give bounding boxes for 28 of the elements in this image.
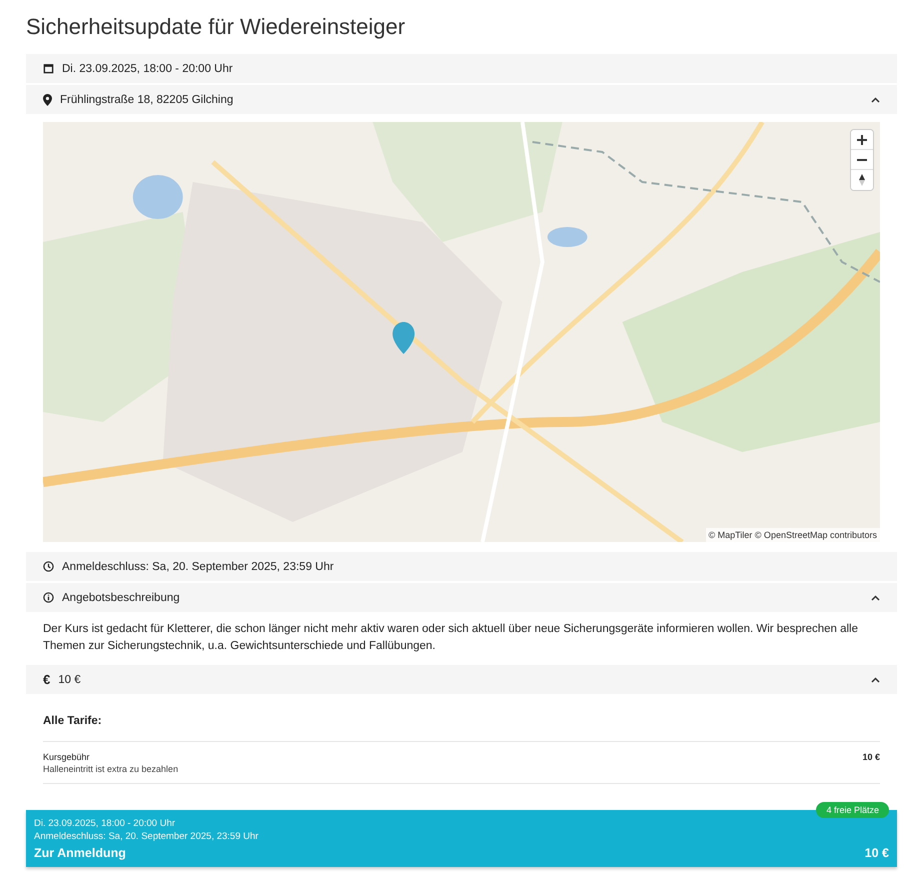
pin-icon [43, 94, 52, 106]
tariffs-heading: Alle Tarife: [43, 715, 102, 727]
calendar-icon [43, 63, 54, 74]
zoom-in-button[interactable] [851, 130, 873, 150]
compass-icon [859, 174, 865, 186]
info-icon [43, 592, 54, 603]
section-header[interactable]: Angebotsbeschreibung [26, 583, 897, 612]
free-spots-badge: 4 freie Plätze [816, 802, 889, 818]
description-text: Der Kurs ist gedacht für Kletterer, die schon länger nicht mehr aktiv waren oder sich aktuell über neue Sicherungsgeräte informieren wollen. Wir besprechen alle Themen zur Sicherungstechnik, u.a. Gewichtsunterschiede und Fallübungen. [43, 622, 860, 654]
section-header[interactable]: € 10 € [26, 665, 897, 694]
section-label: 10 € [58, 674, 81, 686]
clock-icon [43, 561, 54, 572]
section-label: Frühlingstraße 18, 82205 Gilching [60, 94, 234, 106]
euro-icon: € [43, 672, 50, 687]
section-label: Di. 23.09.2025, 18:00 - 20:00 Uhr [62, 62, 233, 74]
tariff-price: 10 € [862, 752, 880, 764]
section-label: Anmeldeschluss: Sa, 20. September 2025, 23:59 Uhr [62, 560, 334, 572]
plus-icon [857, 134, 867, 144]
booking-deadline: Anmeldeschluss: Sa, 20. September 2025, 23:59 Uhr [34, 830, 260, 843]
minus-icon [857, 158, 867, 160]
page-title: Sicherheitsupdate für Wiedereinsteiger [26, 14, 406, 40]
tariff-note: Halleneintritt ist extra zu bezahlen [43, 764, 178, 774]
tariff-name: Kursgebühr [43, 752, 91, 762]
booking-price: 10 € [864, 846, 889, 860]
map-attribution: © MapTiler © OpenStreetMap contributors [706, 528, 880, 542]
section-header[interactable]: Frühlingstraße 18, 82205 Gilching [26, 85, 897, 114]
booking-date: Di. 23.09.2025, 18:00 - 20:00 Uhr [34, 817, 176, 830]
section-label: Angebotsbeschreibung [62, 592, 180, 604]
